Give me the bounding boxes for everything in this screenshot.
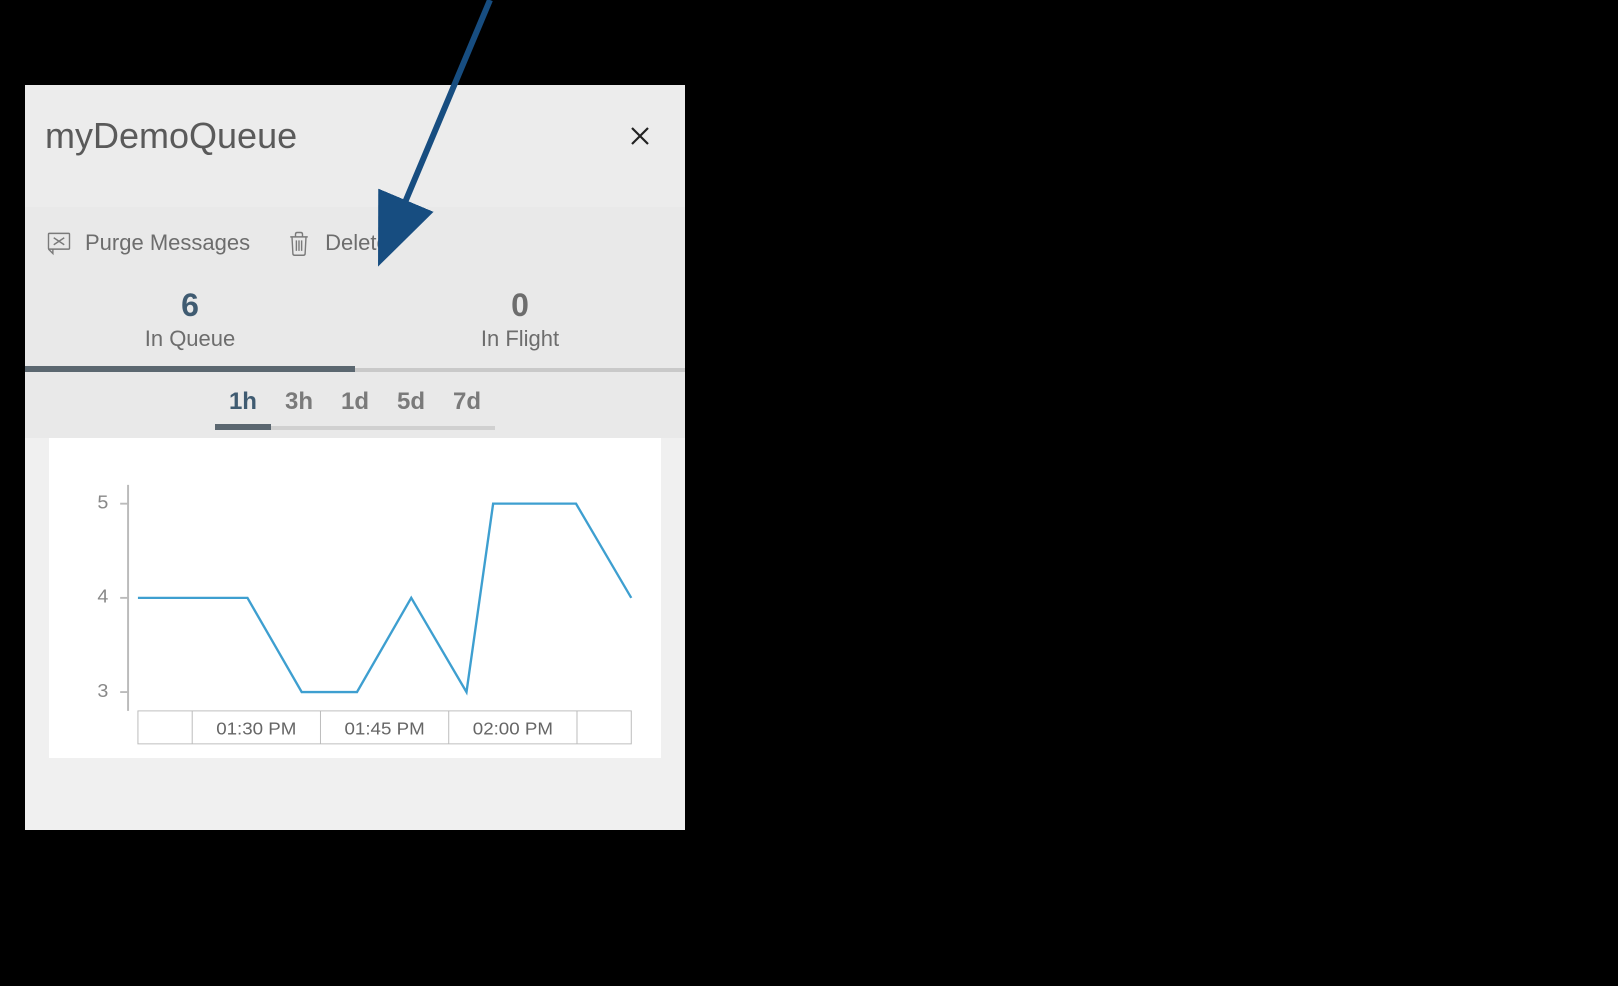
line-chart: 5 4 3 01:30 PM 01:45 PM 02:00 PM [59, 466, 651, 758]
metric-in-queue-value: 6 [25, 287, 355, 324]
x-tick-0: 01:30 PM [216, 718, 296, 739]
chart-area: 5 4 3 01:30 PM 01:45 PM 02:00 PM [49, 438, 661, 758]
time-tab-5d[interactable]: 5d [383, 384, 439, 430]
time-tab-7d[interactable]: 7d [439, 384, 495, 430]
time-tab-3h[interactable]: 3h [271, 384, 327, 430]
chart-series-line [138, 504, 631, 692]
metric-in-flight-value: 0 [355, 287, 685, 324]
time-tab-1d[interactable]: 1d [327, 384, 383, 430]
time-tab-1h[interactable]: 1h [215, 384, 271, 430]
metric-in-flight-label: In Flight [355, 326, 685, 352]
purge-messages-button[interactable]: Purge Messages [45, 229, 250, 257]
purge-icon [45, 229, 73, 257]
trash-icon [285, 229, 313, 257]
panel-title: myDemoQueue [45, 115, 297, 157]
metric-in-queue[interactable]: 6 In Queue [25, 279, 355, 372]
delete-button[interactable]: Delete [285, 229, 389, 257]
queue-detail-panel: myDemoQueue Purge Messages Delete 6 [25, 85, 685, 830]
y-tick-5: 5 [97, 493, 108, 514]
metric-in-flight[interactable]: 0 In Flight [355, 279, 685, 372]
delete-label: Delete [325, 230, 389, 256]
x-tick-1: 01:45 PM [345, 718, 425, 739]
y-tick-3: 3 [97, 681, 108, 702]
metric-in-queue-label: In Queue [25, 326, 355, 352]
close-icon [628, 124, 652, 148]
x-tick-2: 02:00 PM [473, 718, 553, 739]
panel-header: myDemoQueue [25, 85, 685, 207]
metrics-row: 6 In Queue 0 In Flight [25, 279, 685, 372]
close-button[interactable] [625, 121, 655, 151]
time-range-tabs: 1h 3h 1d 5d 7d [25, 372, 685, 438]
y-tick-4: 4 [97, 587, 108, 608]
purge-label: Purge Messages [85, 230, 250, 256]
action-bar: Purge Messages Delete [25, 207, 685, 279]
